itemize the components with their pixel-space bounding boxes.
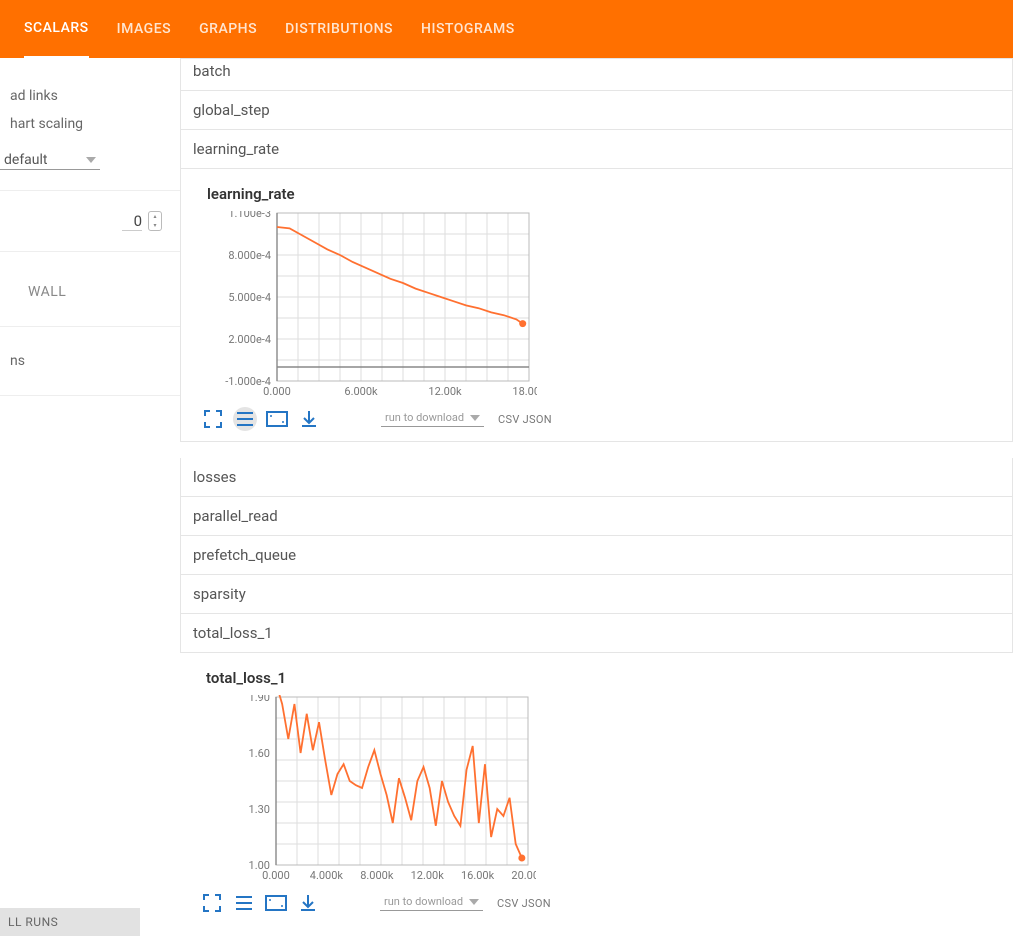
tab-distributions[interactable]: DISTRIBUTIONS bbox=[285, 1, 393, 57]
divider bbox=[0, 251, 180, 252]
chart-total-loss[interactable]: 1.901.601.301.000.0004.000k8.000k12.00k1… bbox=[196, 695, 536, 885]
run-select-label: run to download bbox=[385, 411, 464, 424]
run-select-label: run to download bbox=[384, 895, 463, 908]
scaling-value: default bbox=[4, 152, 48, 168]
download-icon[interactable] bbox=[296, 891, 320, 915]
svg-text:1.100e-3: 1.100e-3 bbox=[228, 211, 271, 220]
panel-sparsity[interactable]: sparsity bbox=[180, 575, 1013, 614]
stepper[interactable]: ▴▾ bbox=[148, 211, 162, 231]
smoothing-input[interactable] bbox=[122, 212, 142, 231]
tab-images[interactable]: IMAGES bbox=[117, 1, 171, 57]
svg-text:0.000: 0.000 bbox=[262, 869, 290, 882]
chevron-down-icon bbox=[469, 899, 479, 905]
panel-losses[interactable]: losses bbox=[180, 458, 1013, 497]
svg-text:2.000e-4: 2.000e-4 bbox=[228, 333, 271, 346]
log-axis-icon[interactable] bbox=[232, 891, 256, 915]
panel-prefetch-queue[interactable]: prefetch_queue bbox=[180, 536, 1013, 575]
chart-card-learning-rate: learning_rate 1.100e-3 8.000e-4 5.000e-4 2.… bbox=[180, 169, 1013, 442]
tab-graphs[interactable]: GRAPHS bbox=[199, 1, 257, 57]
tab-scalars[interactable]: SCALARS bbox=[24, 0, 89, 59]
csv-json-links[interactable]: CSV JSON bbox=[497, 897, 551, 910]
svg-text:20.00k: 20.00k bbox=[511, 869, 536, 882]
svg-text:1.60: 1.60 bbox=[249, 747, 270, 760]
chart-toolbar: run to download CSV JSON bbox=[196, 891, 997, 915]
tab-histograms[interactable]: HISTOGRAMS bbox=[421, 1, 515, 57]
chart-title: total_loss_1 bbox=[196, 669, 997, 687]
panel-parallel-read[interactable]: parallel_read bbox=[180, 497, 1013, 536]
toggle-all-runs[interactable]: LL RUNS bbox=[0, 908, 140, 936]
chart-title: learning_rate bbox=[197, 185, 996, 203]
svg-text:5.000e-4: 5.000e-4 bbox=[228, 291, 271, 304]
svg-text:4.000k: 4.000k bbox=[310, 869, 344, 882]
fit-domain-icon[interactable] bbox=[264, 891, 288, 915]
divider bbox=[0, 395, 180, 396]
expand-icon[interactable] bbox=[200, 891, 224, 915]
fit-domain-icon[interactable] bbox=[265, 407, 289, 431]
run-to-download[interactable]: run to download bbox=[381, 411, 484, 427]
svg-text:18.00k: 18.00k bbox=[512, 385, 537, 398]
svg-text:12.00k: 12.00k bbox=[411, 869, 445, 882]
chevron-down-icon bbox=[86, 157, 96, 163]
svg-text:16.00k: 16.00k bbox=[461, 869, 495, 882]
expand-icon[interactable] bbox=[201, 407, 225, 431]
topbar: SCALARS IMAGES GRAPHS DISTRIBUTIONS HIST… bbox=[0, 0, 1013, 58]
xaxis-wall[interactable]: WALL bbox=[0, 272, 180, 300]
sidebar-links[interactable]: ad links bbox=[0, 82, 180, 110]
sidebar-scaling[interactable]: hart scaling bbox=[0, 110, 180, 138]
panel-learning-rate[interactable]: learning_rate bbox=[180, 130, 1013, 169]
svg-text:1.30: 1.30 bbox=[249, 803, 270, 816]
chevron-down-icon bbox=[470, 415, 480, 421]
divider bbox=[0, 190, 180, 191]
chart-learning-rate[interactable]: 1.100e-38.000e-45.000e-42.000e-4-1.000e-… bbox=[197, 211, 537, 401]
content: batch global_step learning_rate learning… bbox=[180, 58, 1013, 936]
divider bbox=[0, 326, 180, 327]
sidebar-ns: ns bbox=[0, 347, 180, 375]
svg-text:6.000k: 6.000k bbox=[344, 385, 378, 398]
download-icon[interactable] bbox=[297, 407, 321, 431]
svg-text:0.000: 0.000 bbox=[263, 385, 291, 398]
svg-text:1.90: 1.90 bbox=[249, 695, 270, 704]
panel-batch[interactable]: batch bbox=[180, 58, 1013, 91]
sidebar: ad links hart scaling default ▴▾ WALL ns… bbox=[0, 58, 180, 936]
log-axis-icon[interactable] bbox=[233, 407, 257, 431]
chart-toolbar: run to download CSV JSON bbox=[197, 407, 996, 431]
csv-json-links[interactable]: CSV JSON bbox=[498, 413, 552, 426]
chart-card-total-loss: total_loss_1 1.901.601.301.000.0004.000k… bbox=[180, 653, 1013, 925]
scaling-dropdown[interactable]: default bbox=[0, 148, 100, 170]
svg-text:12.00k: 12.00k bbox=[428, 385, 462, 398]
svg-text:8.000k: 8.000k bbox=[360, 869, 394, 882]
panel-global-step[interactable]: global_step bbox=[180, 91, 1013, 130]
panel-total-loss-1[interactable]: total_loss_1 bbox=[180, 614, 1013, 653]
run-to-download[interactable]: run to download bbox=[380, 895, 483, 911]
svg-text:8.000e-4: 8.000e-4 bbox=[228, 249, 271, 262]
